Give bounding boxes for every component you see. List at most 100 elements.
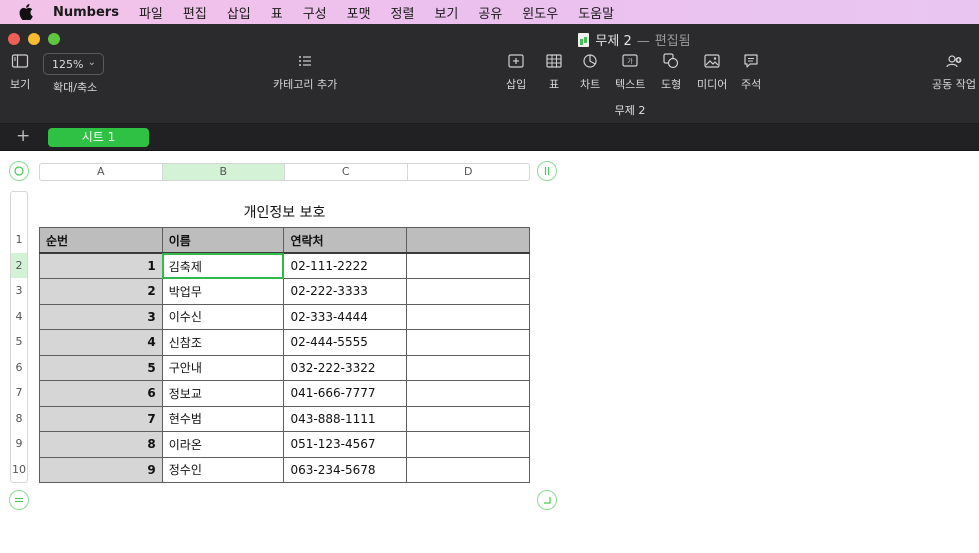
text-label: 텍스트 — [615, 78, 646, 91]
chart-label: 차트 — [580, 78, 601, 91]
table-row: 2 박업무 02-222-3333 — [39, 278, 530, 305]
cell-index[interactable]: 3 — [39, 303, 163, 330]
zoom-value: 125% — [52, 57, 84, 71]
resize-table-handle[interactable] — [537, 490, 557, 510]
cell-index[interactable]: 6 — [39, 380, 163, 407]
add-category-label: 카테고리 추가 — [273, 78, 338, 91]
row-header-1[interactable]: 1 — [11, 227, 27, 253]
cell-phone[interactable]: 063-234-5678 — [283, 456, 408, 483]
table-button[interactable]: 표 — [545, 52, 563, 92]
cell-empty[interactable] — [406, 278, 530, 305]
column-headers: A B C D — [39, 163, 530, 181]
cell-phone[interactable]: 02-111-2222 — [283, 252, 408, 279]
row-header-4[interactable]: 4 — [11, 304, 27, 330]
add-sheet-button[interactable]: + — [16, 126, 30, 146]
row-header-8[interactable]: 8 — [11, 406, 27, 432]
apple-icon[interactable] — [17, 3, 35, 21]
cell-index[interactable]: 5 — [39, 354, 163, 381]
menu-arrange[interactable]: 정렬 — [391, 3, 415, 22]
cell-name[interactable]: 정수인 — [161, 456, 285, 483]
tab-sheet-1[interactable]: 시트 1 — [48, 128, 149, 147]
menu-table[interactable]: 표 — [271, 3, 283, 22]
insert-button[interactable]: 삽입 — [506, 52, 526, 92]
header-cell[interactable]: 이름 — [161, 227, 285, 254]
add-row-handle[interactable] — [9, 490, 29, 510]
cell-name[interactable]: 현수범 — [161, 405, 285, 432]
text-button[interactable]: 가 텍스트 — [615, 52, 645, 92]
cell-empty[interactable] — [406, 329, 530, 356]
cell-empty[interactable] — [406, 431, 530, 458]
cell-empty[interactable] — [406, 380, 530, 407]
header-cell[interactable]: 순번 — [39, 227, 163, 254]
insert-icon — [508, 54, 524, 68]
cell-name[interactable]: 구안내 — [161, 354, 285, 381]
add-category-button[interactable]: 카테고리 추가 — [273, 52, 337, 92]
media-button[interactable]: 미디어 — [697, 52, 727, 92]
row-header-10[interactable]: 10 — [11, 457, 27, 483]
cell-phone[interactable]: 051-123-4567 — [283, 431, 408, 458]
row-header-2[interactable]: 2 — [11, 252, 27, 278]
cell-empty[interactable] — [406, 252, 530, 279]
cell-name-selected[interactable]: 김축제 — [161, 252, 285, 279]
menu-share[interactable]: 공유 — [478, 3, 502, 22]
cell-empty[interactable] — [406, 456, 530, 483]
row-header-6[interactable]: 6 — [11, 355, 27, 381]
photo-icon — [704, 54, 720, 68]
menu-view[interactable]: 보기 — [434, 3, 458, 22]
add-column-handle[interactable] — [537, 161, 557, 181]
cell-index[interactable]: 1 — [39, 252, 163, 279]
row-header-3[interactable]: 3 — [11, 278, 27, 304]
cell-name[interactable]: 이라온 — [161, 431, 285, 458]
menu-organize[interactable]: 구성 — [303, 3, 327, 22]
cell-phone[interactable]: 02-444-5555 — [283, 329, 408, 356]
table-row: 6 정보교 041-666-7777 — [39, 380, 530, 407]
cell-empty[interactable] — [406, 303, 530, 330]
cell-index[interactable]: 4 — [39, 329, 163, 356]
cell-index[interactable]: 2 — [39, 278, 163, 305]
menu-window[interactable]: 윈도우 — [522, 3, 558, 22]
cell-name[interactable]: 신참조 — [161, 329, 285, 356]
cell-empty[interactable] — [406, 405, 530, 432]
table-label: 표 — [548, 78, 560, 91]
menu-app-name[interactable]: Numbers — [53, 5, 119, 20]
circle-icon — [14, 166, 24, 176]
row-header-7[interactable]: 7 — [11, 380, 27, 406]
menu-help[interactable]: 도움말 — [578, 3, 614, 22]
cell-phone[interactable]: 02-333-4444 — [283, 303, 408, 330]
zoom-select[interactable]: 125% ⌄ — [43, 53, 104, 75]
cell-name[interactable]: 정보교 — [161, 380, 285, 407]
cell-index[interactable]: 9 — [39, 456, 163, 483]
table-title[interactable]: 개인정보 보호 — [39, 202, 530, 222]
collaborate-button[interactable]: 공동 작업 — [932, 52, 976, 92]
cell-index[interactable]: 7 — [39, 405, 163, 432]
chart-button[interactable]: 차트 — [580, 52, 600, 92]
cell-phone[interactable]: 041-666-7777 — [283, 380, 408, 407]
shape-button[interactable]: 도형 — [661, 52, 681, 92]
select-table-handle[interactable] — [9, 161, 29, 181]
comment-button[interactable]: 주석 — [741, 52, 761, 92]
cell-phone[interactable]: 02-222-3333 — [283, 278, 408, 305]
cell-name[interactable]: 이수신 — [161, 303, 285, 330]
text-box-icon: 가 — [622, 54, 638, 67]
cell-name[interactable]: 박업무 — [161, 278, 285, 305]
header-cell[interactable] — [406, 227, 530, 254]
cell-index[interactable]: 8 — [39, 431, 163, 458]
table-row: 5 구안내 032-222-3322 — [39, 354, 530, 381]
menu-format[interactable]: 포맷 — [347, 3, 371, 22]
cell-empty[interactable] — [406, 354, 530, 381]
row-header-9[interactable]: 9 — [11, 431, 27, 457]
cell-phone[interactable]: 043-888-1111 — [283, 405, 408, 432]
row-header-5[interactable]: 5 — [11, 329, 27, 355]
view-button[interactable]: 보기 — [10, 52, 30, 92]
table-header-row: 순번 이름 연락처 — [39, 227, 530, 254]
column-header-a[interactable]: A — [40, 164, 163, 180]
column-header-c[interactable]: C — [285, 164, 408, 180]
header-cell[interactable]: 연락처 — [283, 227, 408, 254]
column-header-d[interactable]: D — [408, 164, 530, 180]
sheet-canvas: A B C D 1 2 3 4 5 6 7 8 9 10 개인정보 보호 순번 … — [0, 151, 979, 553]
cell-phone[interactable]: 032-222-3322 — [283, 354, 408, 381]
menu-file[interactable]: 파일 — [139, 3, 163, 22]
menu-edit[interactable]: 편집 — [183, 3, 207, 22]
menu-insert[interactable]: 삽입 — [227, 3, 251, 22]
column-header-b[interactable]: B — [162, 164, 285, 180]
